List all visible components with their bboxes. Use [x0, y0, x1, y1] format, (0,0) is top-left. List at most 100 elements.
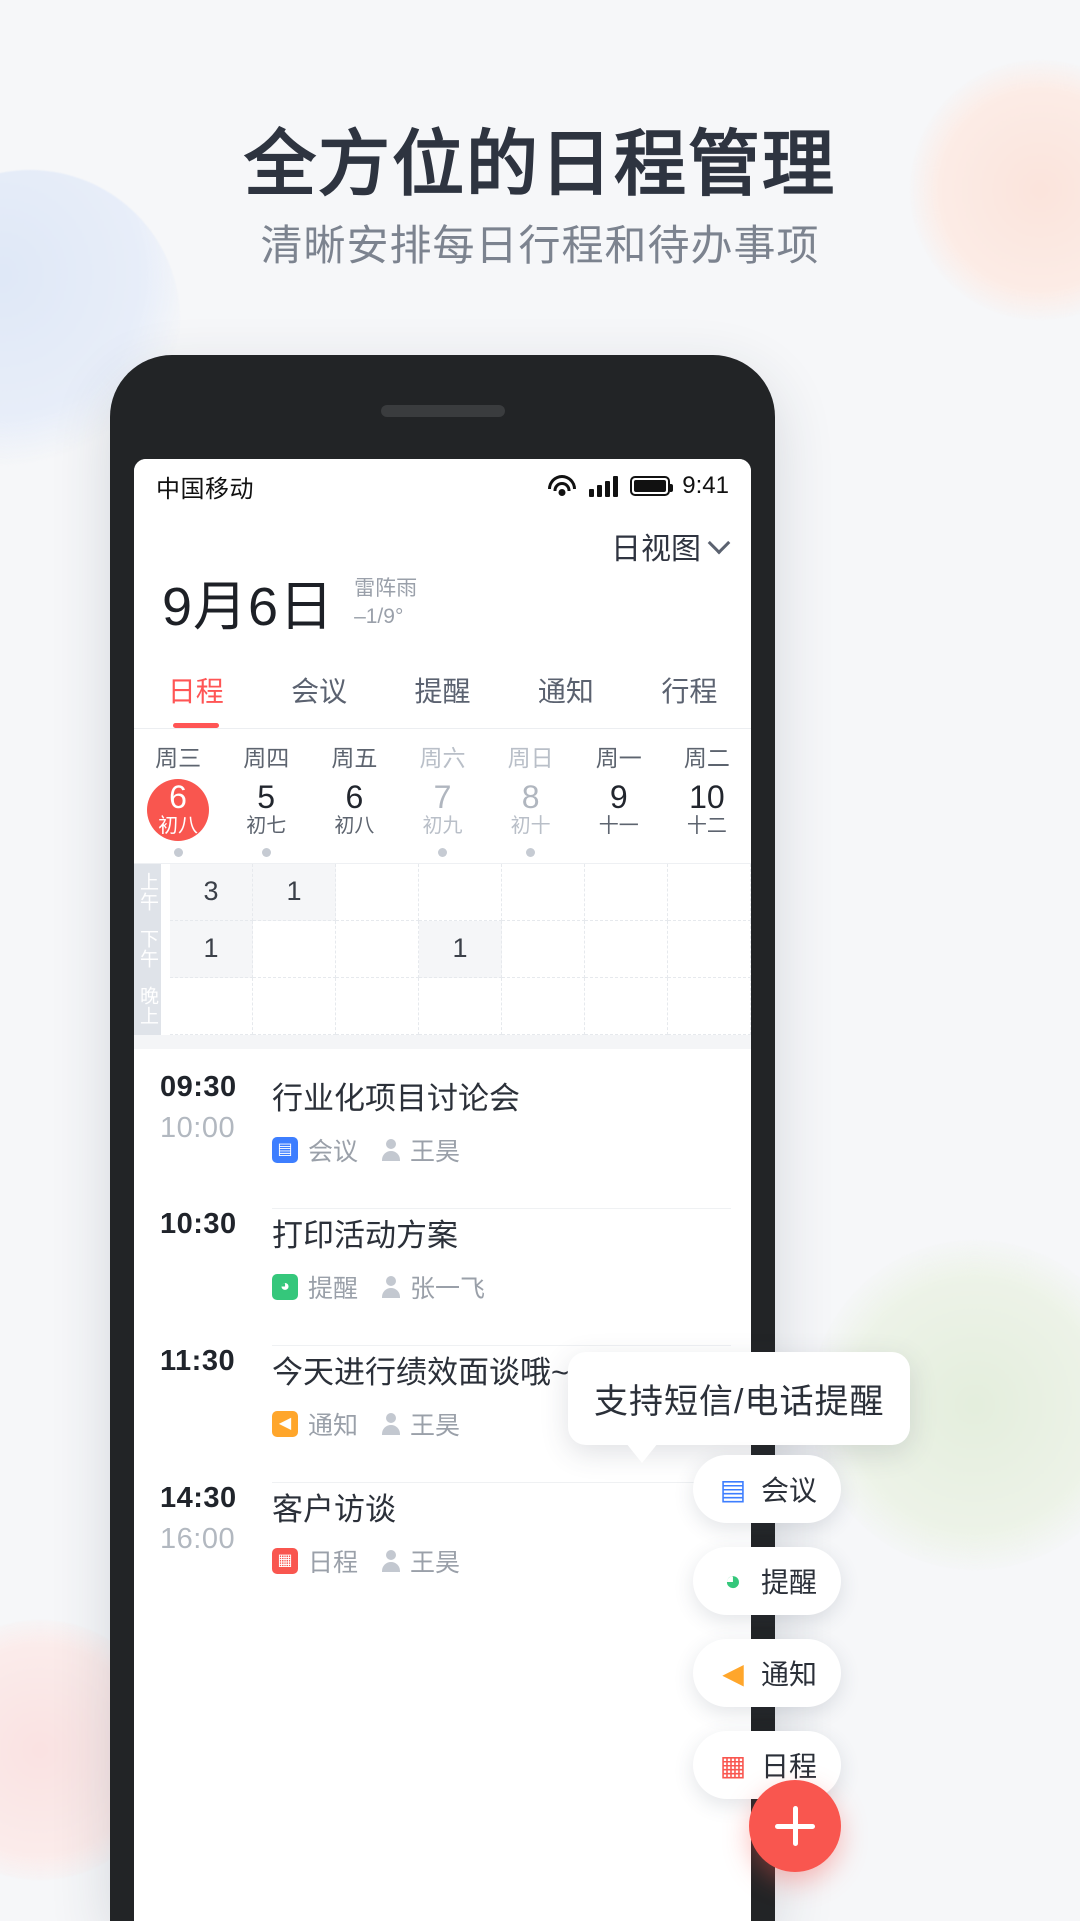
current-date: 9月6日	[162, 576, 335, 637]
event-dot-icon	[526, 847, 536, 857]
week-day-name: 周三	[155, 744, 202, 771]
week-day-lunar: 十二	[686, 815, 727, 838]
event-start-time: 09:30	[160, 1070, 237, 1103]
day-part-cell[interactable]	[668, 920, 751, 978]
event-tag-label: 日程	[308, 1548, 359, 1577]
day-part-cell[interactable]	[170, 977, 253, 1035]
day-part-cell[interactable]	[668, 977, 751, 1035]
promo-subheadline: 清晰安排每日行程和待办事项	[260, 222, 820, 269]
schedule-icon: ▦	[719, 1749, 747, 1781]
day-part-cells: 3111	[170, 863, 751, 1035]
day-part-cell[interactable]	[336, 977, 419, 1035]
event-item[interactable]: 14:30 16:00 客户访谈 ▦ 日程 王昊	[134, 1460, 751, 1597]
day-part-cell[interactable]	[336, 920, 419, 978]
event-body: 客户访谈 ▦ 日程 王昊	[272, 1481, 731, 1579]
event-end-time: 10:00	[160, 1111, 236, 1144]
day-part-cell[interactable]	[419, 863, 502, 921]
status-icons: 9:41	[547, 472, 729, 500]
event-list: 09:30 10:00 行业化项目讨论会 ▤ 会议 王昊 10:30 打印活动方案 ◕ 提醒 张一飞…	[134, 1049, 751, 1597]
quick-chip-会议[interactable]: ▤ 会议	[693, 1455, 841, 1523]
event-body: 行业化项目讨论会 ▤ 会议 王昊	[272, 1071, 731, 1168]
week-day-number: 5	[257, 778, 276, 815]
week-day-name: 周五	[331, 744, 378, 771]
week-day-lunar: 初八	[334, 815, 375, 838]
day-part-cell[interactable]	[253, 977, 336, 1035]
event-title: 行业化项目讨论会	[272, 1080, 520, 1116]
quick-chip-通知[interactable]: ◀ 通知	[693, 1639, 841, 1707]
event-tag-label: 会议	[308, 1137, 359, 1166]
tab-3[interactable]: 通知	[504, 656, 627, 728]
notification-icon: ◀	[272, 1410, 298, 1437]
reminder-icon: ◕	[724, 1565, 742, 1596]
day-part-cell[interactable]	[502, 977, 585, 1035]
week-day-lunar: 初九	[422, 815, 463, 838]
week-day-5[interactable]: 周一 9 十一	[575, 739, 663, 857]
event-times: 11:30	[160, 1345, 272, 1442]
week-day-4[interactable]: 周日 8 初十	[487, 739, 575, 857]
section-divider	[134, 1034, 751, 1049]
event-person: 王昊	[380, 1132, 460, 1168]
day-part-cell[interactable]	[585, 977, 668, 1035]
add-button[interactable]	[749, 1780, 841, 1872]
event-start-time: 14:30	[160, 1481, 237, 1514]
week-day-3[interactable]: 周六 7 初九	[398, 739, 486, 857]
view-switch-button[interactable]: 日视图	[611, 524, 731, 568]
week-day-0[interactable]: 周三 6 初八	[134, 739, 222, 857]
day-part-cell[interactable]: 3	[170, 863, 253, 921]
event-meta: ◕ 提醒 张一飞	[272, 1269, 731, 1305]
quick-create-chips: ▤ 会议 ◕ 提醒 ◀ 通知 ▦ 日程	[693, 1455, 841, 1799]
week-day-lunar: 十一	[598, 815, 639, 838]
event-tag-label: 通知	[308, 1411, 359, 1440]
week-day-lunar: 初十	[510, 815, 551, 838]
week-day-number: 9	[609, 778, 628, 815]
tab-1[interactable]: 会议	[257, 656, 380, 728]
date-header: 9月6日 雷阵雨 –1/9°	[134, 569, 751, 656]
day-part-cell[interactable]: 1	[253, 863, 336, 921]
carrier-label: 中国移动	[156, 475, 254, 503]
day-part-cell[interactable]	[502, 863, 585, 921]
event-item[interactable]: 09:30 10:00 行业化项目讨论会 ▤ 会议 王昊	[134, 1049, 751, 1186]
notification-icon: ◀	[722, 1657, 744, 1689]
tab-label: 行程	[661, 675, 718, 707]
phone-mockup: 中国移动 9:41 日视图 9月6日 雷阵雨 –1/9° 日程 会议 提醒 通知…	[110, 355, 911, 1921]
week-day-name: 周四	[243, 744, 290, 771]
day-part-cell[interactable]	[419, 977, 502, 1035]
meeting-icon: ▤	[272, 1136, 298, 1163]
day-part-cell[interactable]	[502, 920, 585, 978]
week-day-number: 7	[433, 778, 452, 815]
day-part-cell[interactable]: 1	[419, 920, 502, 978]
day-part-cell[interactable]	[336, 863, 419, 921]
week-day-2[interactable]: 周五 6 初八	[310, 739, 398, 857]
event-item[interactable]: 10:30 打印活动方案 ◕ 提醒 张一飞	[134, 1186, 751, 1323]
week-day-number: 8	[521, 778, 540, 815]
tab-0[interactable]: 日程	[134, 656, 257, 728]
event-person: 王昊	[380, 1406, 460, 1442]
schedule-icon: ▦	[272, 1547, 298, 1574]
tab-label: 通知	[537, 675, 594, 707]
week-day-lunar: 初八	[158, 815, 199, 838]
tab-4[interactable]: 行程	[628, 656, 751, 728]
day-part-cell[interactable]: 1	[170, 920, 253, 978]
week-day-6[interactable]: 周二 10 十二	[663, 739, 751, 857]
tab-label: 日程	[167, 675, 224, 707]
quick-chip-label: 提醒	[760, 1567, 817, 1598]
event-person-name: 王昊	[410, 1411, 461, 1440]
day-part-cell[interactable]	[668, 863, 751, 921]
week-day-circle: 8 初十	[500, 779, 562, 841]
event-dot-icon	[173, 847, 183, 857]
week-day-circle: 5 初七	[235, 779, 297, 841]
meeting-icon: ▤	[719, 1473, 747, 1505]
quick-chip-label: 会议	[760, 1475, 817, 1506]
day-part-cell[interactable]	[585, 920, 668, 978]
week-day-1[interactable]: 周四 5 初七	[222, 739, 310, 857]
week-day-number: 6	[345, 778, 364, 815]
tab-2[interactable]: 提醒	[381, 656, 504, 728]
person-icon	[380, 1275, 402, 1298]
event-meta: ▦ 日程 王昊	[272, 1543, 731, 1579]
chevron-down-icon	[707, 531, 731, 555]
day-part-row-1: 11	[170, 920, 751, 978]
person-icon	[380, 1412, 402, 1435]
day-part-cell[interactable]	[585, 863, 668, 921]
quick-chip-提醒[interactable]: ◕ 提醒	[693, 1547, 841, 1615]
day-part-cell[interactable]	[253, 920, 336, 978]
